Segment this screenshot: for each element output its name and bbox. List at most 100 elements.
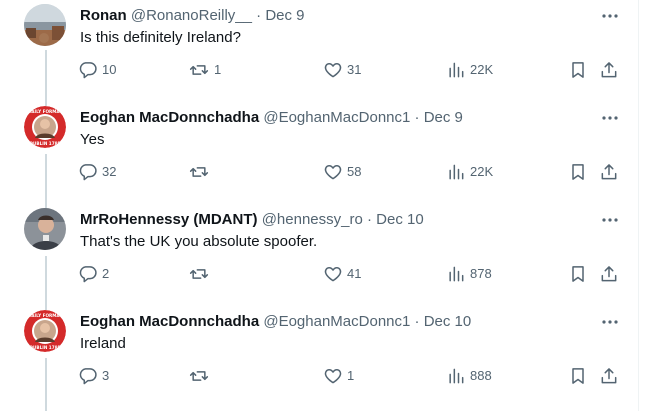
bookmark-button[interactable] bbox=[568, 58, 588, 82]
tweet-date[interactable]: Dec 10 bbox=[376, 211, 424, 228]
share-button[interactable] bbox=[599, 160, 619, 184]
tweet-actions: 2 41 878 bbox=[78, 262, 623, 286]
reply-icon bbox=[78, 60, 98, 80]
reply-icon bbox=[78, 162, 98, 182]
tweet-actions: 32 58 22K bbox=[78, 160, 623, 184]
reply-button[interactable]: 3 bbox=[78, 364, 109, 388]
tweet-date[interactable]: Dec 10 bbox=[424, 313, 472, 330]
avatar[interactable]: DAILY FORMAT DUBLIN 1785 bbox=[24, 310, 66, 352]
retweet-icon bbox=[188, 60, 210, 80]
tweet[interactable]: MrRoHennessy (MDANT) @hennessy_ro · Dec … bbox=[0, 204, 638, 306]
tweet-text: Yes bbox=[80, 131, 105, 148]
reply-count: 32 bbox=[102, 164, 117, 179]
tweet-actions: 10 1 31 22K bbox=[78, 58, 623, 82]
retweet-button[interactable] bbox=[188, 364, 214, 388]
views-count: 888 bbox=[470, 368, 492, 383]
views-icon bbox=[446, 264, 466, 284]
bookmark-button[interactable] bbox=[568, 160, 588, 184]
tweet-header: MrRoHennessy (MDANT) @hennessy_ro · Dec … bbox=[80, 210, 424, 230]
retweet-button[interactable] bbox=[188, 160, 214, 184]
author-handle[interactable]: @RonanoReilly__ bbox=[131, 7, 252, 24]
reply-count: 10 bbox=[102, 62, 117, 77]
like-count: 41 bbox=[347, 266, 362, 281]
more-icon[interactable] bbox=[598, 8, 622, 24]
bookmark-icon bbox=[568, 366, 588, 386]
heart-icon bbox=[323, 264, 343, 284]
separator: · bbox=[414, 109, 420, 126]
share-icon bbox=[599, 366, 619, 386]
author-name[interactable]: Eoghan MacDonnchadha bbox=[80, 313, 259, 330]
bookmark-button[interactable] bbox=[568, 364, 588, 388]
avatar[interactable] bbox=[24, 4, 66, 46]
views-button[interactable]: 22K bbox=[446, 160, 493, 184]
share-button[interactable] bbox=[599, 364, 619, 388]
tweet-date[interactable]: Dec 9 bbox=[265, 7, 304, 24]
separator: · bbox=[414, 313, 420, 330]
author-handle[interactable]: @EoghanMacDonnc1 bbox=[263, 313, 410, 330]
views-button[interactable]: 22K bbox=[446, 58, 493, 82]
tweet-text: Ireland bbox=[80, 335, 126, 352]
tweet[interactable]: DAILY FORMAT DUBLIN 1785 Eoghan MacDonnc… bbox=[0, 306, 638, 408]
bookmark-button[interactable] bbox=[568, 262, 588, 286]
like-button[interactable]: 58 bbox=[323, 160, 361, 184]
bookmark-icon bbox=[568, 60, 588, 80]
views-icon bbox=[446, 60, 466, 80]
share-icon bbox=[599, 264, 619, 284]
reply-count: 2 bbox=[102, 266, 110, 281]
reply-button[interactable]: 2 bbox=[78, 262, 109, 286]
svg-text:DAILY FORMAT: DAILY FORMAT bbox=[28, 109, 63, 114]
svg-text:DAILY FORMAT: DAILY FORMAT bbox=[28, 313, 63, 318]
heart-icon bbox=[323, 60, 343, 80]
views-count: 878 bbox=[470, 266, 492, 281]
author-handle[interactable]: @EoghanMacDonnc1 bbox=[263, 109, 410, 126]
author-name[interactable]: Ronan bbox=[80, 7, 127, 24]
retweet-icon bbox=[188, 264, 210, 284]
share-button[interactable] bbox=[599, 262, 619, 286]
views-button[interactable]: 888 bbox=[446, 364, 492, 388]
tweet-actions: 3 1 888 bbox=[78, 364, 623, 388]
retweet-button[interactable] bbox=[188, 262, 214, 286]
retweet-icon bbox=[188, 162, 210, 182]
like-button[interactable]: 1 bbox=[323, 364, 354, 388]
tweet-header: Ronan @RonanoReilly__ · Dec 9 bbox=[80, 6, 305, 26]
like-button[interactable]: 31 bbox=[323, 58, 361, 82]
more-icon[interactable] bbox=[598, 110, 622, 126]
tweet-header: Eoghan MacDonnchadha @EoghanMacDonnc1 · … bbox=[80, 312, 471, 332]
avatar[interactable] bbox=[24, 208, 66, 250]
like-count: 1 bbox=[347, 368, 355, 383]
views-icon bbox=[446, 366, 466, 386]
views-count: 22K bbox=[470, 62, 494, 77]
reply-icon bbox=[78, 264, 98, 284]
share-icon bbox=[599, 60, 619, 80]
tweet[interactable]: DAILY FORMAT DUBLIN 1785 Eoghan MacDonnc… bbox=[0, 102, 638, 204]
share-button[interactable] bbox=[599, 58, 619, 82]
more-icon[interactable] bbox=[598, 314, 622, 330]
author-name[interactable]: MrRoHennessy (MDANT) bbox=[80, 211, 258, 228]
like-count: 31 bbox=[347, 62, 362, 77]
retweet-icon bbox=[188, 366, 210, 386]
separator: · bbox=[366, 211, 372, 228]
timeline-border bbox=[638, 0, 639, 411]
author-name[interactable]: Eoghan MacDonnchadha bbox=[80, 109, 259, 126]
like-count: 58 bbox=[347, 164, 362, 179]
author-handle[interactable]: @hennessy_ro bbox=[262, 211, 363, 228]
heart-icon bbox=[323, 162, 343, 182]
tweet-date[interactable]: Dec 9 bbox=[424, 109, 463, 126]
svg-text:DUBLIN 1785: DUBLIN 1785 bbox=[30, 345, 61, 350]
share-icon bbox=[599, 162, 619, 182]
bookmark-icon bbox=[568, 264, 588, 284]
tweet-text: Is this definitely Ireland? bbox=[80, 29, 241, 46]
heart-icon bbox=[323, 366, 343, 386]
reply-button[interactable]: 10 bbox=[78, 58, 116, 82]
views-count: 22K bbox=[470, 164, 494, 179]
views-button[interactable]: 878 bbox=[446, 262, 492, 286]
more-icon[interactable] bbox=[598, 212, 622, 228]
views-icon bbox=[446, 162, 466, 182]
bookmark-icon bbox=[568, 162, 588, 182]
like-button[interactable]: 41 bbox=[323, 262, 361, 286]
reply-icon bbox=[78, 366, 98, 386]
reply-button[interactable]: 32 bbox=[78, 160, 116, 184]
retweet-button[interactable]: 1 bbox=[188, 58, 221, 82]
tweet[interactable]: Ronan @RonanoReilly__ · Dec 9 Is this de… bbox=[0, 0, 638, 102]
avatar[interactable]: DAILY FORMAT DUBLIN 1785 bbox=[24, 106, 66, 148]
